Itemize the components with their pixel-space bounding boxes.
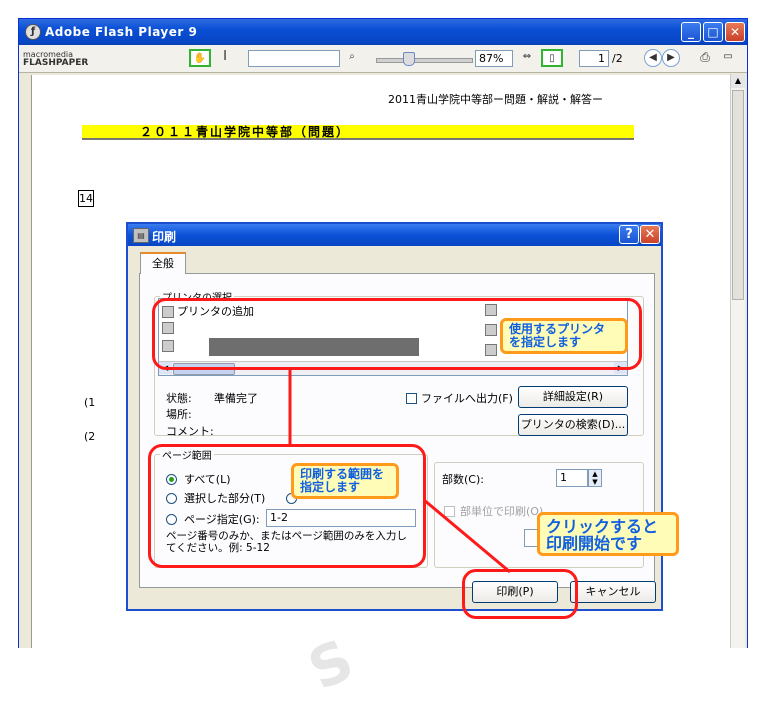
click-callout-line2: 印刷開始です (546, 534, 643, 553)
print-button-highlight-ring (462, 569, 578, 619)
range-callout-line2: 指定します (300, 480, 361, 494)
annotation-connector-2 (423, 498, 511, 574)
printer-callout-line2: を指定します (509, 335, 582, 349)
tab-general[interactable]: 全般 (140, 252, 186, 274)
range-callout-line1: 印刷する範囲を (300, 467, 385, 481)
printer-callout: 使用するプリンタ を指定します (500, 318, 628, 354)
range-callout: 印刷する範囲を 指定します (291, 463, 399, 499)
printer-callout-line1: 使用するプリンタ (509, 322, 606, 336)
click-callout: クリックすると 印刷開始です (537, 512, 679, 556)
